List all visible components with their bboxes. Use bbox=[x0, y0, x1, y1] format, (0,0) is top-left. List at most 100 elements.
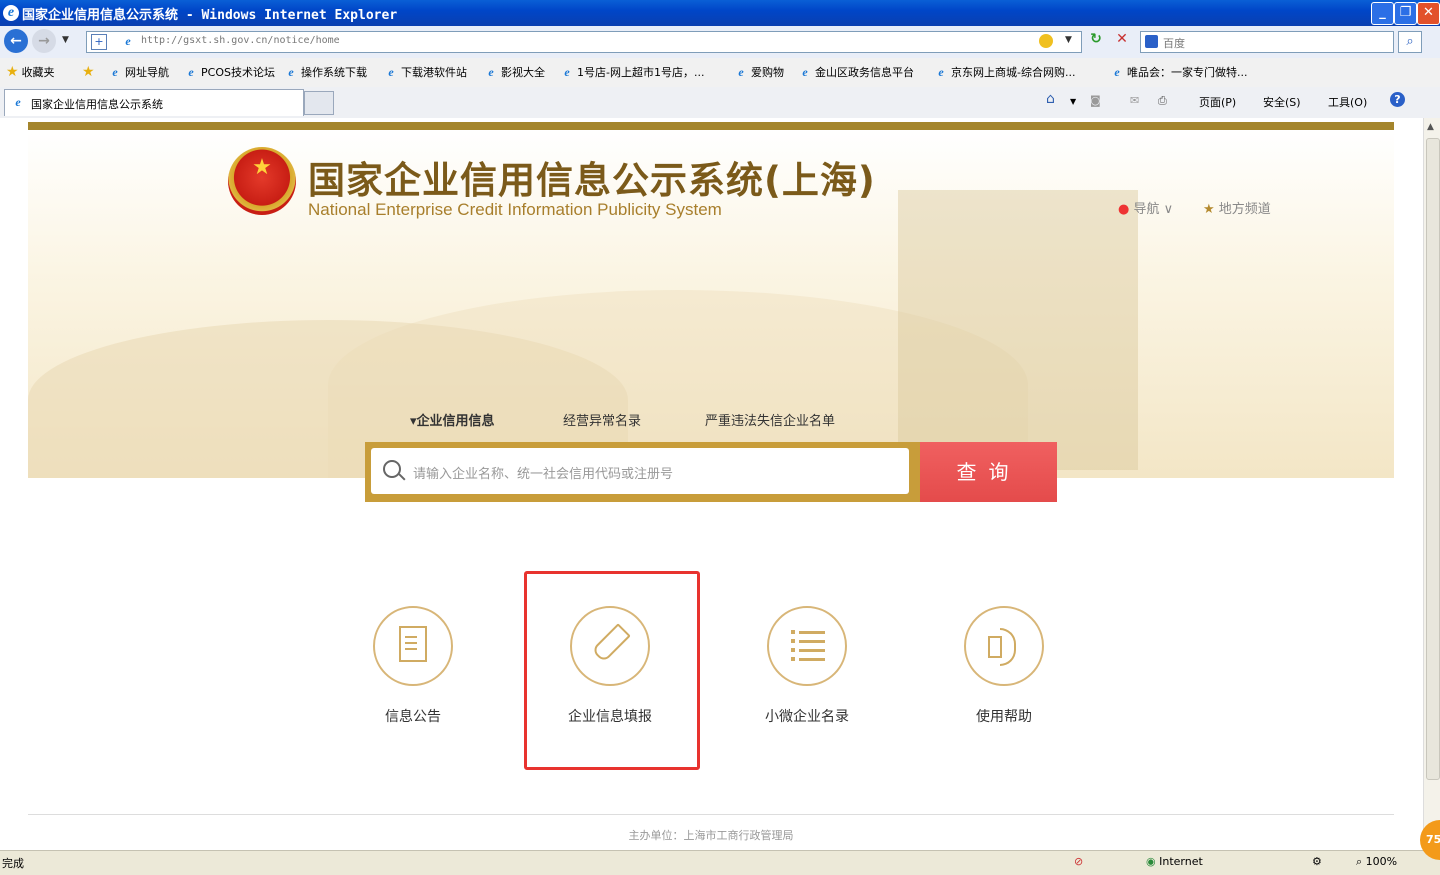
favorites-bar: ★ 收藏夹 ★ e 网址导航 e PCOS技术论坛 e 操作系统下载 e 下载港软件站 e… bbox=[0, 58, 1440, 88]
feeds-icon[interactable]: ◙ bbox=[1090, 94, 1101, 107]
status-bar: 完成 ⊘ ◉ Internet ⚙ ⌕ 100% bbox=[0, 850, 1440, 875]
list-icon bbox=[767, 606, 847, 686]
address-input[interactable]: + e http://gsxt.sh.gov.cn/notice/home ▼ bbox=[86, 31, 1082, 53]
bronze-vessel-decoration bbox=[898, 190, 1138, 470]
zoom-icon: ⌕ bbox=[1356, 855, 1363, 868]
ie-page-icon: e bbox=[388, 65, 394, 79]
favorite-link[interactable]: e PCOS技术论坛 bbox=[184, 64, 275, 80]
tab-label: 国家企业信用信息公示系统 bbox=[31, 98, 163, 111]
stop-icon[interactable]: ✕ bbox=[1112, 31, 1132, 51]
ie-page-icon: e bbox=[1114, 65, 1120, 79]
favorite-link[interactable]: e 爱购物 bbox=[734, 64, 784, 80]
window-title-bar[interactable]: e 国家企业信用信息公示系统 - Windows Internet Explor… bbox=[0, 0, 1440, 26]
ie-page-icon: e bbox=[938, 65, 944, 79]
ie-page-icon: e bbox=[112, 65, 118, 79]
local-channel-link[interactable]: ★ 地方频道 bbox=[1203, 198, 1271, 217]
search-box-frame: 请输入企业名称、统一社会信用代码或注册号 bbox=[365, 442, 922, 502]
footer: 主办单位：上海市工商行政管理局 bbox=[28, 814, 1394, 843]
site-subtitle: National Enterprise Credit Information P… bbox=[308, 200, 722, 219]
help-icon[interactable]: ? bbox=[1390, 92, 1405, 107]
add-icon[interactable]: + bbox=[91, 34, 107, 50]
refresh-icon[interactable]: ↻ bbox=[1086, 31, 1106, 51]
document-icon bbox=[373, 606, 453, 686]
favorite-link[interactable]: e 金山区政务信息平台 bbox=[798, 64, 914, 80]
tab-blacklist[interactable]: 严重违法失信企业名单 bbox=[705, 410, 835, 429]
page-menu[interactable]: 页面(P) bbox=[1199, 94, 1236, 110]
emblem-star-icon: ★ bbox=[252, 155, 272, 180]
nav-link[interactable]: ● 导航 ∨ bbox=[1118, 198, 1173, 217]
ie-page-icon: e bbox=[188, 65, 194, 79]
ie-page-icon: e bbox=[488, 65, 494, 79]
feature-info-notice[interactable]: 信息公告 bbox=[333, 606, 493, 726]
back-button[interactable]: ← bbox=[4, 29, 28, 53]
search-go-icon[interactable]: ⌕ bbox=[1398, 31, 1422, 53]
speaker-icon bbox=[964, 606, 1044, 686]
favorite-link[interactable]: e 唯品会：一家专门做特... bbox=[1110, 64, 1247, 80]
globe-icon: ◉ bbox=[1146, 855, 1156, 868]
print-icon[interactable]: ⎙ bbox=[1158, 94, 1167, 108]
page-icon: e bbox=[125, 34, 131, 48]
star-icon: ★ bbox=[1203, 202, 1215, 217]
favorite-link[interactable]: e 下载港软件站 bbox=[384, 64, 467, 80]
page-viewport: ★ 国家企业信用信息公示系统(上海) National Enterprise C… bbox=[0, 118, 1423, 850]
search-input[interactable]: 百度 bbox=[1140, 31, 1394, 53]
url-dropdown-icon[interactable]: ▼ bbox=[1065, 35, 1072, 45]
minimize-button[interactable]: _ bbox=[1371, 2, 1394, 25]
ie-page-icon: e bbox=[738, 65, 744, 79]
popup-blocker-icon[interactable]: ⊘ bbox=[1074, 855, 1083, 868]
tab-row: e 国家企业信用信息公示系统 ⌂ ▼ ◙ ✉ ⎙ 页面(P) 安全(S) 工具(… bbox=[0, 87, 1440, 119]
query-button[interactable]: 查询 bbox=[920, 442, 1057, 502]
location-pin-icon: ● bbox=[1118, 202, 1130, 217]
ie-page-icon: e bbox=[288, 65, 294, 79]
search-placeholder: 请输入企业名称、统一社会信用代码或注册号 bbox=[413, 467, 674, 482]
red-annotation-box bbox=[524, 571, 700, 770]
top-gold-bar bbox=[28, 122, 1394, 130]
new-tab-button[interactable] bbox=[304, 91, 334, 115]
tools-menu[interactable]: 工具(O) bbox=[1328, 94, 1367, 110]
search-icon bbox=[383, 460, 401, 478]
home-icon[interactable]: ⌂ bbox=[1046, 91, 1055, 107]
add-favorite-icon[interactable]: ★ bbox=[82, 64, 95, 80]
feature-small-enterprise-list[interactable]: 小微企业名录 bbox=[727, 606, 887, 726]
zoom-control[interactable]: ⌕ 100% bbox=[1356, 855, 1397, 869]
home-dropdown-icon[interactable]: ▼ bbox=[1070, 97, 1076, 106]
favorite-link[interactable]: e 京东网上商城-综合网购... bbox=[934, 64, 1075, 80]
scrollbar-thumb[interactable] bbox=[1426, 138, 1440, 780]
national-emblem-icon: ★ bbox=[228, 147, 296, 215]
ie-page-icon: e bbox=[15, 95, 21, 109]
ie-logo-icon: e bbox=[3, 5, 19, 21]
ie-page-icon: e bbox=[564, 65, 570, 79]
favorite-link[interactable]: e 1号店-网上超市1号店，... bbox=[560, 64, 704, 80]
forward-button[interactable]: → bbox=[32, 29, 56, 53]
protected-mode-icon[interactable]: ⚙ bbox=[1312, 855, 1322, 868]
favorite-link[interactable]: e 操作系统下载 bbox=[284, 64, 367, 80]
footer-text: 主办单位：上海市工商行政管理局 bbox=[628, 829, 794, 842]
chevron-down-icon: ∨ bbox=[1163, 202, 1174, 217]
mail-icon[interactable]: ✉ bbox=[1130, 94, 1139, 107]
star-icon: ★ bbox=[6, 64, 19, 80]
url-text: http://gsxt.sh.gov.cn/notice/home bbox=[141, 35, 340, 46]
tab-active[interactable]: e 国家企业信用信息公示系统 bbox=[4, 89, 304, 116]
status-text: 完成 bbox=[2, 857, 24, 870]
window-title: 国家企业信用信息公示系统 - Windows Internet Explorer bbox=[22, 8, 398, 23]
compat-icon[interactable] bbox=[1039, 34, 1053, 48]
feature-label: 小微企业名录 bbox=[765, 709, 849, 725]
close-button[interactable]: ✕ bbox=[1417, 2, 1440, 25]
scroll-up-icon[interactable]: ▲ bbox=[1427, 122, 1434, 132]
favorite-link[interactable]: e 网址导航 bbox=[108, 64, 169, 80]
enterprise-search-input[interactable]: 请输入企业名称、统一社会信用代码或注册号 bbox=[371, 448, 909, 494]
safety-menu[interactable]: 安全(S) bbox=[1263, 94, 1301, 110]
tab-abnormal-list[interactable]: 经营异常名录 bbox=[563, 410, 641, 429]
ie-page-icon: e bbox=[802, 65, 808, 79]
history-dropdown-icon[interactable]: ▼ bbox=[62, 35, 69, 45]
feature-help[interactable]: 使用帮助 bbox=[924, 606, 1084, 726]
restore-button[interactable]: ❐ bbox=[1394, 2, 1417, 25]
site-title: 国家企业信用信息公示系统(上海) bbox=[308, 159, 876, 202]
feature-label: 信息公告 bbox=[385, 709, 441, 725]
vertical-scrollbar[interactable]: ▲ bbox=[1423, 118, 1440, 850]
favorites-button[interactable]: ★ 收藏夹 bbox=[6, 64, 55, 80]
search-placeholder: 百度 bbox=[1163, 37, 1185, 50]
favorite-link[interactable]: e 影视大全 bbox=[484, 64, 545, 80]
address-bar-row: ← → ▼ + e http://gsxt.sh.gov.cn/notice/h… bbox=[0, 26, 1440, 59]
tab-enterprise-credit[interactable]: ▾企业信用信息 bbox=[410, 410, 495, 429]
